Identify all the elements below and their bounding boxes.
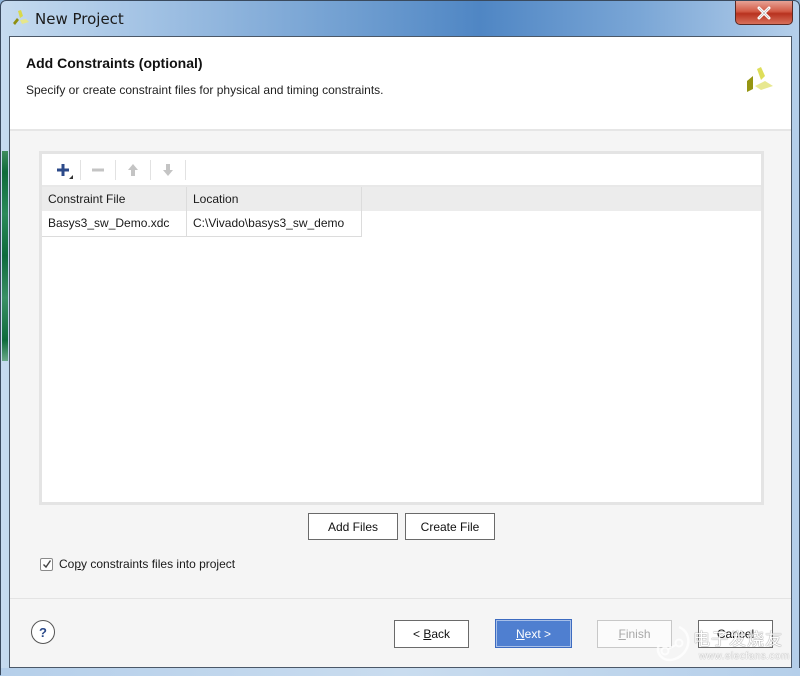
toolbar-separator [150, 159, 151, 180]
label-part: y constraints files into project [81, 557, 236, 571]
copy-constraints-checkbox[interactable] [40, 557, 53, 571]
constraints-table-panel: Constraint File Location Basys3_sw_Demo.… [39, 151, 764, 505]
add-files-button[interactable]: Add Files [308, 513, 398, 540]
column-header-constraint-file[interactable]: Constraint File [42, 187, 187, 211]
minus-icon [92, 168, 104, 171]
help-icon: ? [39, 624, 47, 640]
arrow-up-icon [128, 163, 138, 176]
add-constraint-button[interactable] [48, 157, 78, 183]
toolbar-separator [185, 159, 186, 180]
table-toolbar [42, 154, 761, 187]
next-mnemonic: N [515, 626, 525, 641]
title-bar[interactable]: New Project [1, 1, 800, 37]
move-up-button[interactable] [118, 157, 148, 183]
table-row[interactable]: Basys3_sw_Demo.xdc C:\Vivado\basys3_sw_d… [42, 211, 362, 237]
toolbar-separator [115, 159, 116, 180]
create-file-button[interactable]: Create File [405, 513, 495, 540]
next-label: ext > [524, 626, 552, 641]
back-mnemonic: B [423, 627, 432, 641]
page-subtitle: Specify or create constraint files for p… [26, 83, 384, 97]
cell-location[interactable]: C:\Vivado\basys3_sw_demo [187, 211, 362, 236]
page-header: Add Constraints (optional) Specify or cr… [10, 37, 791, 131]
help-button[interactable]: ? [31, 620, 55, 644]
move-down-button[interactable] [153, 157, 183, 183]
finish-mnemonic: F [618, 627, 626, 641]
finish-label: inish [625, 627, 651, 641]
copy-constraints-label: Copy constraints files into project [59, 557, 235, 571]
label-part: Co [59, 557, 75, 571]
dialog-content: Add Constraints (optional) Specify or cr… [9, 36, 792, 668]
xilinx-logo-icon [745, 67, 777, 99]
dropdown-indicator-icon [69, 174, 73, 179]
window-title: New Project [35, 10, 124, 28]
page-title: Add Constraints (optional) [26, 55, 203, 71]
close-button[interactable] [735, 1, 793, 25]
cancel-button[interactable]: Cancel [698, 620, 773, 648]
background-window-edge [2, 151, 8, 361]
copy-constraints-option[interactable]: Copy constraints files into project [40, 557, 235, 571]
back-label: ack [431, 627, 451, 641]
finish-button[interactable]: Finish [597, 620, 672, 648]
column-header-location[interactable]: Location [187, 187, 362, 211]
next-button[interactable]: Next > [495, 619, 572, 648]
dialog-window: New Project Add Constraints (optional) S… [0, 0, 800, 676]
back-prefix: < [412, 627, 424, 641]
table-header: Constraint File Location [42, 187, 761, 211]
back-button[interactable]: < Back [394, 620, 469, 648]
cell-constraint-file[interactable]: Basys3_sw_Demo.xdc [42, 211, 187, 236]
footer-divider [10, 598, 791, 599]
close-icon [757, 6, 771, 19]
checkmark-icon [42, 560, 51, 569]
vivado-logo-icon [10, 9, 30, 27]
toolbar-separator [80, 159, 81, 180]
remove-constraint-button[interactable] [83, 157, 113, 183]
arrow-down-icon [163, 163, 173, 176]
